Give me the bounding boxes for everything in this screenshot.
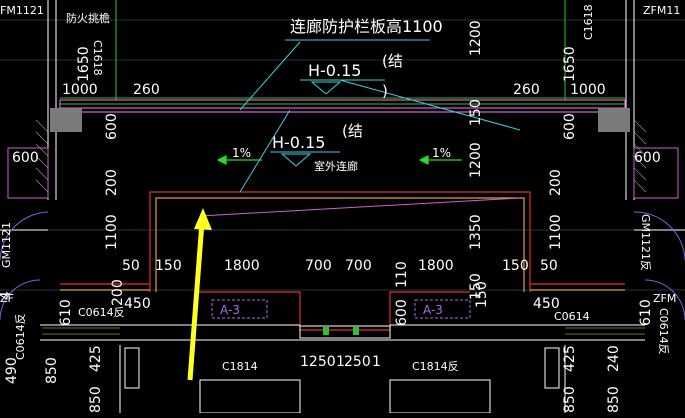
c1618-left-label: C1618 bbox=[91, 40, 104, 76]
gm-left-label: GM1121 bbox=[0, 222, 13, 268]
dim-425-left: 425 bbox=[88, 345, 104, 372]
dim-850-right: 850 bbox=[562, 386, 578, 413]
dim-110: 110 bbox=[394, 261, 410, 288]
dim-1650-left: 1650 bbox=[76, 46, 92, 82]
dim-610-right: 610 bbox=[638, 299, 654, 326]
dim-600-h-left: 600 bbox=[12, 150, 39, 166]
c1618-right-label: C1618 bbox=[582, 4, 595, 40]
dim-200-left: 200 bbox=[104, 169, 120, 196]
gm-right-label: GM1121反 bbox=[639, 214, 652, 271]
dim-260-right: 260 bbox=[513, 82, 540, 98]
elevation-top-paren: ) bbox=[382, 82, 388, 100]
dim-425-right: 425 bbox=[562, 345, 578, 372]
plan-drawing: A-3 A-3 连廊防护栏板高1100 H-0.15 (结 ) H-0.15 (… bbox=[0, 0, 685, 414]
dim-850-right-b: 850 bbox=[606, 386, 622, 413]
outdoor-corridor-label: 室外连廊 bbox=[314, 159, 358, 173]
dim-row-700-b: 700 bbox=[345, 258, 372, 274]
dim-1000-right: 1000 bbox=[570, 82, 606, 98]
dim-1-b: 1 bbox=[372, 354, 381, 370]
dim-row-450-left: 450 bbox=[124, 296, 151, 312]
dim-row-1800-right: 1800 bbox=[418, 258, 454, 274]
dim-200-right: 200 bbox=[548, 169, 564, 196]
elevation-top-suffix: (结 bbox=[382, 52, 403, 70]
section-callout-left: A-3 bbox=[220, 303, 240, 317]
zfm-right-bottom-label: ZFM bbox=[653, 292, 676, 305]
column-right bbox=[598, 108, 630, 132]
c0614-left-label: C0614反 bbox=[78, 306, 125, 319]
dim-1200-mid: 1200 bbox=[468, 142, 484, 178]
dim-row-1250: 1250 bbox=[300, 354, 336, 370]
dim-row-50-right: 50 bbox=[540, 258, 558, 274]
elevation-mid-label: H-0.15 bbox=[272, 133, 325, 152]
dim-200-bottom-left: 200 bbox=[110, 279, 126, 306]
corridor-rail-note: 连廊防护栏板高1100 bbox=[290, 17, 443, 36]
dim-row-250: 250 bbox=[344, 354, 371, 370]
dim-row-450-right: 450 bbox=[533, 296, 560, 312]
dim-600-bottom-mid: 600 bbox=[394, 299, 410, 326]
dim-260-left: 260 bbox=[133, 82, 160, 98]
dim-1350: 1350 bbox=[468, 214, 484, 250]
dim-240: 240 bbox=[606, 345, 622, 372]
section-callout-right: A-3 bbox=[423, 303, 443, 317]
dim-1200-top: 1200 bbox=[468, 20, 484, 56]
slope-right-label: 1% bbox=[432, 146, 451, 160]
dim-600-v-left: 600 bbox=[104, 113, 120, 140]
dim-1100-right: 1100 bbox=[548, 214, 564, 250]
dim-150-top: 150 bbox=[468, 99, 484, 126]
fm-left-label: FM1121 bbox=[0, 4, 44, 17]
dim-row-150-right: 150 bbox=[502, 258, 529, 274]
elevation-mid-suffix: (结 bbox=[342, 122, 363, 140]
dim-1650-right: 1650 bbox=[562, 46, 578, 82]
c1814-right-label: C1814反 bbox=[412, 360, 459, 373]
fm-right-label: ZFM11 bbox=[643, 4, 680, 17]
c0614-left-vertical-label: C0614反 bbox=[14, 313, 27, 360]
dim-row-700-a: 700 bbox=[305, 258, 332, 274]
dim-1100-left: 1100 bbox=[104, 214, 120, 250]
dim-490: 490 bbox=[4, 357, 20, 384]
dim-row-1800-left: 1800 bbox=[224, 258, 260, 274]
dim-1-a: 1 bbox=[336, 354, 345, 370]
dim-4: 4 bbox=[0, 291, 14, 300]
slope-left-label: 1% bbox=[232, 146, 251, 160]
fire-ladder-label: 防火挑檐 bbox=[66, 11, 110, 25]
c1814-left-label: C1814 bbox=[222, 360, 258, 373]
elevation-top-label: H-0.15 bbox=[308, 61, 361, 80]
dim-600-h-right: 600 bbox=[634, 150, 661, 166]
cad-floor-plan: A-3 A-3 连廊防护栏板高1100 H-0.15 (结 ) H-0.15 (… bbox=[0, 0, 685, 414]
column-left bbox=[50, 108, 82, 132]
dim-1000-left: 1000 bbox=[62, 82, 98, 98]
dim-850-left: 850 bbox=[44, 357, 60, 384]
dim-row-50-left: 50 bbox=[122, 258, 140, 274]
dim-610-left: 610 bbox=[58, 299, 74, 326]
dim-850-left-b: 850 bbox=[88, 386, 104, 413]
dim-600-v-right: 600 bbox=[562, 113, 578, 140]
c0614-right-vertical-label: C0614反 bbox=[657, 308, 670, 355]
dim-150-bottom: 150 bbox=[474, 281, 490, 308]
dim-row-150-left: 150 bbox=[155, 258, 182, 274]
